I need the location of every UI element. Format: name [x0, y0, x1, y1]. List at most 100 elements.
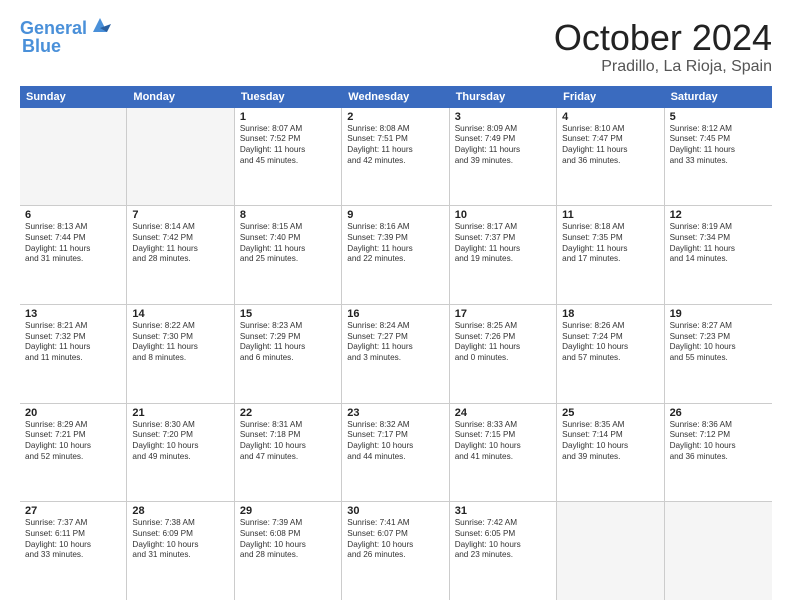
- cell-line-2: Daylight: 11 hours: [240, 244, 336, 255]
- logo-icon: [89, 14, 111, 36]
- cell-line-1: Sunset: 7:30 PM: [132, 332, 228, 343]
- calendar-row-1: 6Sunrise: 8:13 AMSunset: 7:44 PMDaylight…: [20, 206, 772, 305]
- calendar-cell-day-9: 9Sunrise: 8:16 AMSunset: 7:39 PMDaylight…: [342, 206, 449, 304]
- day-number: 20: [25, 407, 121, 419]
- cell-line-1: Sunset: 7:34 PM: [670, 233, 767, 244]
- cell-line-0: Sunrise: 8:26 AM: [562, 321, 658, 332]
- day-number: 19: [670, 308, 767, 320]
- cell-line-3: and 11 minutes.: [25, 353, 121, 364]
- cell-line-0: Sunrise: 8:10 AM: [562, 124, 658, 135]
- day-number: 3: [455, 111, 551, 123]
- cell-line-2: Daylight: 11 hours: [240, 145, 336, 156]
- calendar-cell-day-26: 26Sunrise: 8:36 AMSunset: 7:12 PMDayligh…: [665, 404, 772, 502]
- cell-line-0: Sunrise: 8:22 AM: [132, 321, 228, 332]
- cell-line-3: and 0 minutes.: [455, 353, 551, 364]
- weekday-header-thursday: Thursday: [450, 86, 557, 108]
- calendar: SundayMondayTuesdayWednesdayThursdayFrid…: [20, 86, 772, 600]
- cell-line-2: Daylight: 10 hours: [455, 441, 551, 452]
- cell-line-1: Sunset: 7:29 PM: [240, 332, 336, 343]
- weekday-header-tuesday: Tuesday: [235, 86, 342, 108]
- title-block: October 2024 Pradillo, La Rioja, Spain: [554, 18, 772, 76]
- cell-line-3: and 28 minutes.: [132, 254, 228, 265]
- cell-line-2: Daylight: 11 hours: [455, 244, 551, 255]
- header: General Blue October 2024 Pradillo, La R…: [20, 18, 772, 76]
- calendar-cell-day-14: 14Sunrise: 8:22 AMSunset: 7:30 PMDayligh…: [127, 305, 234, 403]
- day-number: 2: [347, 111, 443, 123]
- cell-line-3: and 44 minutes.: [347, 452, 443, 463]
- day-number: 8: [240, 209, 336, 221]
- cell-line-2: Daylight: 10 hours: [562, 441, 658, 452]
- cell-line-1: Sunset: 7:14 PM: [562, 430, 658, 441]
- cell-line-0: Sunrise: 8:16 AM: [347, 222, 443, 233]
- cell-line-3: and 39 minutes.: [455, 156, 551, 167]
- cell-line-3: and 36 minutes.: [670, 452, 767, 463]
- cell-line-0: Sunrise: 8:12 AM: [670, 124, 767, 135]
- cell-line-1: Sunset: 7:23 PM: [670, 332, 767, 343]
- cell-line-1: Sunset: 7:37 PM: [455, 233, 551, 244]
- calendar-cell-day-20: 20Sunrise: 8:29 AMSunset: 7:21 PMDayligh…: [20, 404, 127, 502]
- day-number: 13: [25, 308, 121, 320]
- cell-line-1: Sunset: 7:18 PM: [240, 430, 336, 441]
- cell-line-2: Daylight: 11 hours: [240, 342, 336, 353]
- calendar-cell-day-19: 19Sunrise: 8:27 AMSunset: 7:23 PMDayligh…: [665, 305, 772, 403]
- cell-line-2: Daylight: 11 hours: [347, 145, 443, 156]
- day-number: 4: [562, 111, 658, 123]
- cell-line-3: and 22 minutes.: [347, 254, 443, 265]
- calendar-cell-empty: [557, 502, 664, 600]
- day-number: 18: [562, 308, 658, 320]
- logo: General Blue: [20, 18, 111, 57]
- cell-line-3: and 6 minutes.: [240, 353, 336, 364]
- cell-line-1: Sunset: 7:51 PM: [347, 134, 443, 145]
- cell-line-0: Sunrise: 8:35 AM: [562, 420, 658, 431]
- calendar-row-0: 1Sunrise: 8:07 AMSunset: 7:52 PMDaylight…: [20, 108, 772, 207]
- cell-line-3: and 33 minutes.: [670, 156, 767, 167]
- calendar-cell-day-4: 4Sunrise: 8:10 AMSunset: 7:47 PMDaylight…: [557, 108, 664, 206]
- cell-line-1: Sunset: 7:49 PM: [455, 134, 551, 145]
- calendar-cell-day-16: 16Sunrise: 8:24 AMSunset: 7:27 PMDayligh…: [342, 305, 449, 403]
- day-number: 21: [132, 407, 228, 419]
- cell-line-2: Daylight: 11 hours: [670, 244, 767, 255]
- cell-line-3: and 57 minutes.: [562, 353, 658, 364]
- cell-line-1: Sunset: 7:27 PM: [347, 332, 443, 343]
- day-number: 26: [670, 407, 767, 419]
- cell-line-3: and 26 minutes.: [347, 550, 443, 561]
- cell-line-1: Sunset: 6:11 PM: [25, 529, 121, 540]
- cell-line-3: and 41 minutes.: [455, 452, 551, 463]
- calendar-cell-day-29: 29Sunrise: 7:39 AMSunset: 6:08 PMDayligh…: [235, 502, 342, 600]
- cell-line-0: Sunrise: 8:13 AM: [25, 222, 121, 233]
- weekday-header-friday: Friday: [557, 86, 664, 108]
- cell-line-1: Sunset: 7:32 PM: [25, 332, 121, 343]
- calendar-cell-empty: [665, 502, 772, 600]
- cell-line-0: Sunrise: 8:19 AM: [670, 222, 767, 233]
- calendar-cell-day-10: 10Sunrise: 8:17 AMSunset: 7:37 PMDayligh…: [450, 206, 557, 304]
- cell-line-0: Sunrise: 8:07 AM: [240, 124, 336, 135]
- day-number: 10: [455, 209, 551, 221]
- cell-line-3: and 8 minutes.: [132, 353, 228, 364]
- cell-line-1: Sunset: 7:47 PM: [562, 134, 658, 145]
- cell-line-3: and 3 minutes.: [347, 353, 443, 364]
- cell-line-0: Sunrise: 7:41 AM: [347, 518, 443, 529]
- cell-line-1: Sunset: 6:05 PM: [455, 529, 551, 540]
- calendar-body: 1Sunrise: 8:07 AMSunset: 7:52 PMDaylight…: [20, 108, 772, 600]
- calendar-cell-day-25: 25Sunrise: 8:35 AMSunset: 7:14 PMDayligh…: [557, 404, 664, 502]
- day-number: 12: [670, 209, 767, 221]
- day-number: 27: [25, 505, 121, 517]
- cell-line-3: and 31 minutes.: [25, 254, 121, 265]
- calendar-cell-day-13: 13Sunrise: 8:21 AMSunset: 7:32 PMDayligh…: [20, 305, 127, 403]
- day-number: 5: [670, 111, 767, 123]
- calendar-cell-day-22: 22Sunrise: 8:31 AMSunset: 7:18 PMDayligh…: [235, 404, 342, 502]
- cell-line-2: Daylight: 10 hours: [240, 540, 336, 551]
- cell-line-1: Sunset: 7:42 PM: [132, 233, 228, 244]
- cell-line-0: Sunrise: 8:36 AM: [670, 420, 767, 431]
- cell-line-0: Sunrise: 7:37 AM: [25, 518, 121, 529]
- cell-line-0: Sunrise: 8:17 AM: [455, 222, 551, 233]
- weekday-header-wednesday: Wednesday: [342, 86, 449, 108]
- day-number: 17: [455, 308, 551, 320]
- month-title: October 2024: [554, 18, 772, 58]
- cell-line-0: Sunrise: 8:33 AM: [455, 420, 551, 431]
- cell-line-2: Daylight: 10 hours: [132, 441, 228, 452]
- cell-line-1: Sunset: 7:44 PM: [25, 233, 121, 244]
- cell-line-1: Sunset: 7:12 PM: [670, 430, 767, 441]
- calendar-cell-day-23: 23Sunrise: 8:32 AMSunset: 7:17 PMDayligh…: [342, 404, 449, 502]
- cell-line-3: and 49 minutes.: [132, 452, 228, 463]
